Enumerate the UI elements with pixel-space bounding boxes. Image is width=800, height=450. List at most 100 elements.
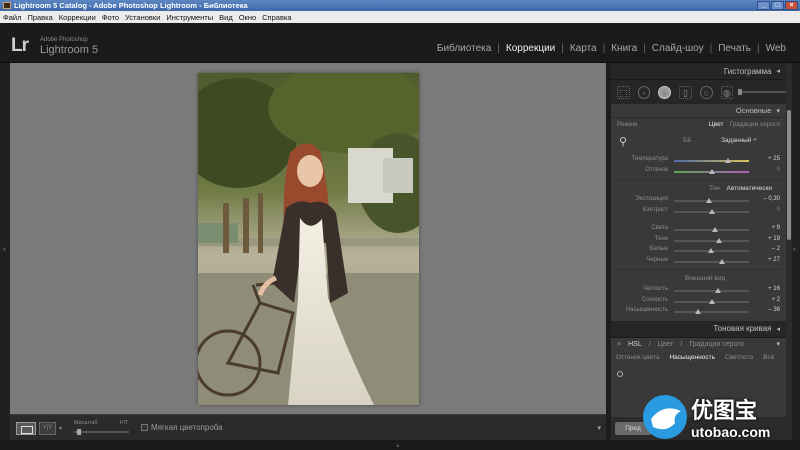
crop-tool-icon[interactable]: ⬚ [617, 85, 630, 99]
maximize-button[interactable]: □ [771, 1, 784, 10]
treatment-bw[interactable]: Градации серого [729, 121, 780, 128]
close-button[interactable]: × [785, 1, 798, 10]
targeted-adjustment-icon[interactable] [617, 370, 623, 377]
menu-window[interactable]: Окно [239, 13, 256, 22]
module-web[interactable]: Web [760, 43, 792, 54]
radial-filter-icon[interactable]: ○ [699, 85, 713, 99]
module-print[interactable]: Печать [712, 43, 757, 54]
collapse-tone-curve-icon[interactable]: ◂ [776, 325, 780, 333]
slider-track[interactable] [674, 208, 749, 214]
slider-knob[interactable] [709, 298, 716, 304]
module-library[interactable]: Библиотека [431, 43, 497, 54]
wb-preset-select[interactable]: Заданный ÷ [721, 137, 757, 144]
expand-left-arrow-icon[interactable]: ◂ [2, 245, 6, 253]
slider-track[interactable] [674, 248, 749, 253]
slider-knob[interactable] [716, 237, 722, 243]
collapse-right-arrow-icon[interactable]: ▸ [793, 245, 797, 253]
menu-photo[interactable]: Фото [102, 13, 119, 22]
presence-subheader: Внешний вид [611, 273, 786, 285]
slider-knob[interactable] [714, 288, 721, 293]
slider-value[interactable]: – 0,30 [763, 196, 780, 202]
slider-knob[interactable] [706, 198, 713, 203]
loupe-view-button[interactable] [16, 422, 36, 435]
histogram-header[interactable]: Гистограмма ◂ [611, 63, 786, 80]
slider-track[interactable] [674, 168, 749, 174]
image-viewer[interactable] [10, 63, 606, 414]
soft-proof-toggle[interactable]: Мягкая цветопроба [141, 423, 223, 432]
zoom-slider[interactable] [74, 429, 129, 435]
expand-filmstrip-icon[interactable]: ▴ [396, 441, 400, 449]
collapse-basic-icon[interactable]: ▾ [776, 107, 780, 115]
slider-value[interactable]: + 2 [771, 297, 780, 303]
panel-scrollbar-thumb[interactable] [787, 110, 791, 240]
menu-help[interactable]: Справка [262, 13, 291, 22]
histogram-title: Гистограмма [723, 66, 772, 76]
menu-tools[interactable]: Инструменты [166, 13, 213, 22]
slider-track[interactable] [674, 298, 749, 304]
slider-value[interactable]: + 19 [768, 236, 780, 242]
slider-track[interactable] [674, 258, 749, 264]
collapse-hsl-icon[interactable]: ▾ [776, 340, 780, 348]
slider-knob[interactable] [707, 248, 714, 253]
slider-track[interactable] [674, 237, 749, 243]
slider-knob[interactable] [695, 309, 701, 314]
slider-value[interactable]: – 36 [768, 307, 780, 313]
presence-sliders: Четкость + 16 Сочность + 2 Насыщенность – 36 [611, 285, 786, 317]
before-after-button[interactable]: Y|Y [39, 422, 56, 435]
slider-track[interactable] [674, 309, 749, 314]
zoom-slider-knob[interactable] [76, 429, 81, 435]
hsl-tab-saturation[interactable]: Насыщенность [664, 354, 720, 361]
left-panel-collapsed[interactable]: ◂ [0, 63, 10, 440]
slider-knob[interactable] [708, 168, 715, 174]
menu-view[interactable]: Вид [219, 13, 233, 22]
spot-removal-tool-icon[interactable]: ◦ [637, 85, 651, 99]
slider-track[interactable] [674, 198, 749, 203]
hsl-color-tab[interactable]: Цвет [658, 341, 674, 348]
slider-value[interactable]: + 27 [768, 257, 780, 263]
treatment-color[interactable]: Цвет [709, 121, 724, 128]
before-after-dropdown-icon[interactable]: ▾ [59, 425, 62, 432]
slider-value[interactable]: + 25 [768, 156, 780, 162]
menu-file[interactable]: Файл [3, 13, 21, 22]
slider-track[interactable] [674, 158, 749, 163]
soft-proof-checkbox[interactable] [141, 424, 148, 431]
slider-value[interactable]: 0 [777, 207, 780, 213]
module-book[interactable]: Книга [605, 43, 643, 54]
slider-knob[interactable] [708, 208, 715, 214]
menu-settings[interactable]: Установки [125, 13, 160, 22]
slider-value[interactable]: 0 [777, 167, 780, 173]
tone-curve-header[interactable]: Тоновая кривая ◂ [611, 320, 786, 338]
hsl-tab-hue[interactable]: Оттенок цвета [611, 354, 664, 361]
menu-develop[interactable]: Коррекции [59, 13, 96, 22]
minimize-button[interactable]: _ [757, 1, 770, 10]
hsl-tab[interactable]: HSL [628, 341, 642, 348]
graduated-filter-icon[interactable]: ▯ [679, 85, 692, 99]
slider-knob[interactable] [725, 158, 731, 163]
hsl-tab-all[interactable]: Всё [758, 354, 779, 361]
slider-track[interactable] [674, 227, 749, 232]
adjustment-brush-icon[interactable]: ◍ [720, 85, 734, 99]
slider-row: Экспозиция – 0,30 [611, 195, 786, 206]
red-eye-tool-icon[interactable]: ● [658, 85, 672, 99]
basic-header[interactable]: Основные ▾ [611, 104, 786, 118]
module-slideshow[interactable]: Слайд-шоу [646, 43, 710, 54]
slider-knob[interactable] [712, 227, 719, 232]
tool-slider[interactable] [738, 89, 786, 95]
collapse-histogram-icon[interactable]: ◂ [776, 67, 780, 75]
module-map[interactable]: Карта [564, 43, 603, 54]
module-develop[interactable]: Коррекции [500, 43, 561, 54]
slider-value[interactable]: + 9 [771, 225, 780, 231]
slider-value[interactable]: + 16 [768, 286, 780, 292]
hsl-gray-tab[interactable]: Градации серого [689, 341, 743, 348]
slider-row: Оттенок 0 [611, 166, 786, 177]
slider-value[interactable]: – 2 [772, 246, 780, 252]
slider-knob[interactable] [719, 258, 725, 264]
auto-tone-button[interactable]: Автоматически [727, 185, 772, 192]
menu-edit[interactable]: Правка [27, 13, 52, 22]
toolbar-menu-icon[interactable]: ▾ [597, 424, 601, 432]
slider-label: Тени [654, 235, 668, 242]
slider-track[interactable] [674, 288, 749, 293]
hsl-tab-luminance[interactable]: Светлота [720, 354, 758, 361]
right-panel-edge[interactable]: ▸ [792, 63, 800, 440]
eyedropper-icon[interactable]: ⚲ [619, 135, 633, 149]
